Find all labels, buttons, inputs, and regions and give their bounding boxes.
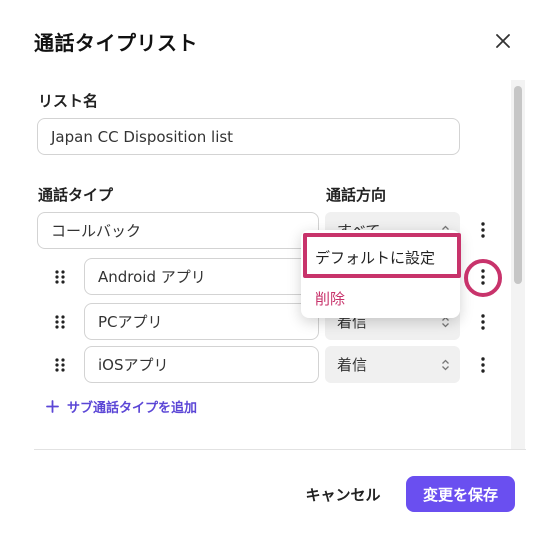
drag-handle[interactable] bbox=[54, 314, 66, 330]
call-type-header: 通話タイプ bbox=[38, 186, 114, 204]
drag-handle[interactable] bbox=[54, 269, 66, 285]
plus-icon bbox=[46, 400, 59, 413]
footer-divider bbox=[34, 449, 526, 450]
chevron-updown-icon bbox=[442, 359, 449, 370]
close-button[interactable] bbox=[492, 30, 514, 52]
add-sub-call-type-link[interactable]: サブ通話タイプを追加 bbox=[46, 397, 197, 416]
list-name-input[interactable]: Japan CC Disposition list bbox=[37, 118, 460, 155]
sub-direction-select[interactable]: 着信 bbox=[325, 346, 460, 383]
parent-row-more-button[interactable] bbox=[474, 219, 492, 241]
drag-handle-icon bbox=[55, 270, 65, 284]
drag-handle[interactable] bbox=[54, 357, 66, 373]
cancel-button[interactable]: キャンセル bbox=[294, 478, 392, 510]
add-sub-call-type-label: サブ通話タイプを追加 bbox=[67, 401, 198, 416]
sub-row-more-button[interactable] bbox=[474, 354, 492, 376]
menu-item-delete[interactable]: 削除 bbox=[301, 280, 460, 316]
kebab-icon bbox=[481, 314, 485, 330]
kebab-icon bbox=[481, 269, 485, 285]
context-menu: デフォルトに設定 削除 bbox=[301, 230, 460, 318]
sub-row-more-button[interactable] bbox=[474, 266, 492, 288]
drag-handle-icon bbox=[55, 315, 65, 329]
close-icon bbox=[496, 34, 510, 48]
sub-row-more-button[interactable] bbox=[474, 311, 492, 333]
sub-call-type-input[interactable]: iOSアプリ bbox=[84, 346, 319, 383]
direction-header: 通話方向 bbox=[326, 186, 387, 204]
dialog-title: 通話タイプリスト bbox=[34, 31, 198, 55]
list-name-label: リスト名 bbox=[38, 92, 99, 110]
sub-call-type-input[interactable]: PCアプリ bbox=[84, 303, 319, 340]
sub-direction-value: 着信 bbox=[337, 356, 368, 374]
sub-call-type-input[interactable]: Android アプリ bbox=[84, 258, 319, 295]
drag-handle-icon bbox=[55, 358, 65, 372]
parent-call-type-input[interactable]: コールバック bbox=[37, 212, 319, 249]
menu-item-set-default[interactable]: デフォルトに設定 bbox=[301, 235, 460, 280]
scrollbar-thumb[interactable] bbox=[514, 86, 522, 284]
kebab-icon bbox=[481, 222, 485, 238]
save-button[interactable]: 変更を保存 bbox=[406, 476, 515, 512]
kebab-icon bbox=[481, 357, 485, 373]
